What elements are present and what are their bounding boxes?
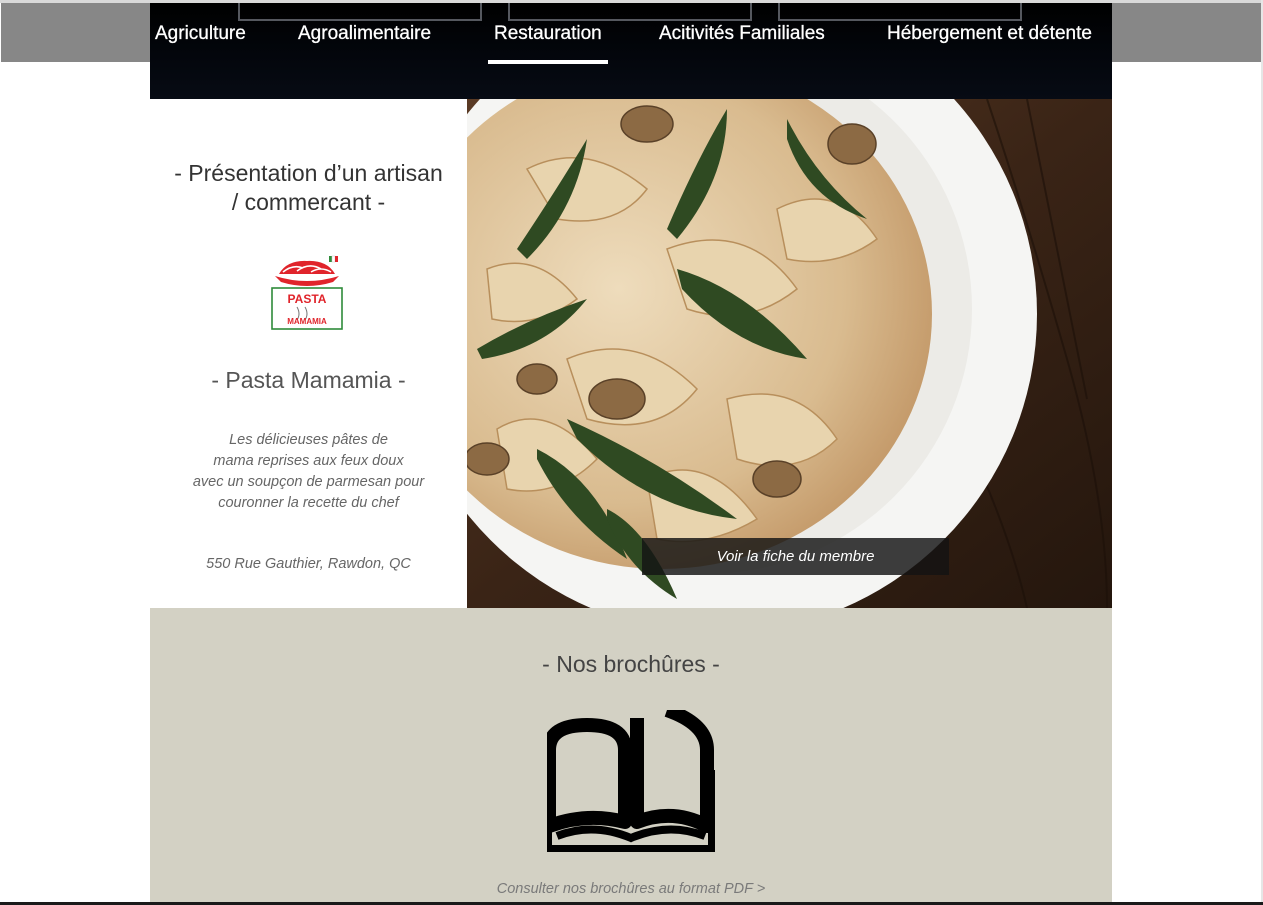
nav-frame-decoration [508, 3, 752, 21]
nav-item-label: Agriculture [155, 23, 246, 44]
view-member-profile-button[interactable]: Voir la fiche du membre [642, 538, 949, 575]
section-title-line2: / commercant - [231, 189, 386, 215]
brochures-pdf-link[interactable]: Consulter nos brochûres au format PDF > [150, 881, 1112, 897]
member-description: Les délicieuses pâtes de mama reprises a… [170, 430, 447, 514]
pasta-dish-photo [467, 99, 1112, 608]
description-line: mama reprises aux feux doux [213, 453, 404, 469]
nav-active-underline [488, 60, 608, 64]
brochures-section: - Nos brochûres - Consulter nos brochûre… [150, 608, 1112, 905]
section-title-line1: - Présentation d’un artisan [174, 160, 443, 186]
member-address: 550 Rue Gauthier, Rawdon, QC [206, 556, 411, 572]
nav-item-hebergement[interactable]: Hébergement et détente [887, 23, 1092, 53]
nav-frame-decoration [238, 3, 482, 21]
pasta-mamamia-logo: PASTA MAMAMIA [271, 255, 343, 330]
nav-item-agroalimentaire[interactable]: Agroalimentaire [298, 23, 431, 53]
nav-item-label: Restauration [494, 23, 602, 44]
open-book-icon[interactable] [547, 710, 715, 852]
nav-frame-decoration [778, 3, 1022, 21]
nav-item-label: Agroalimentaire [298, 23, 432, 44]
description-line: Les délicieuses pâtes de [229, 432, 388, 448]
nav-item-label: Acitivités Familiales [659, 23, 825, 44]
nav-item-agriculture[interactable]: Agriculture [155, 23, 246, 53]
nav-item-restauration[interactable]: Restauration [488, 23, 608, 64]
logo-text-pasta: PASTA [288, 292, 327, 306]
featured-member-panel: - Présentation d’un artisan / commercant… [150, 99, 467, 608]
main-nav: Agriculture Agroalimentaire Restauration… [150, 3, 1112, 99]
brochures-title: - Nos brochûres - [542, 651, 720, 677]
member-name: - Pasta Mamamia - [211, 367, 406, 393]
logo-text-mamamia: MAMAMIA [287, 317, 327, 326]
description-line: avec un soupçon de parmesan pour [192, 474, 425, 490]
description-line: couronner la recette du chef [218, 495, 399, 511]
nav-item-label: Hébergement et détente [887, 23, 1092, 44]
nav-item-activites-familiales[interactable]: Acitivités Familiales [659, 23, 825, 53]
